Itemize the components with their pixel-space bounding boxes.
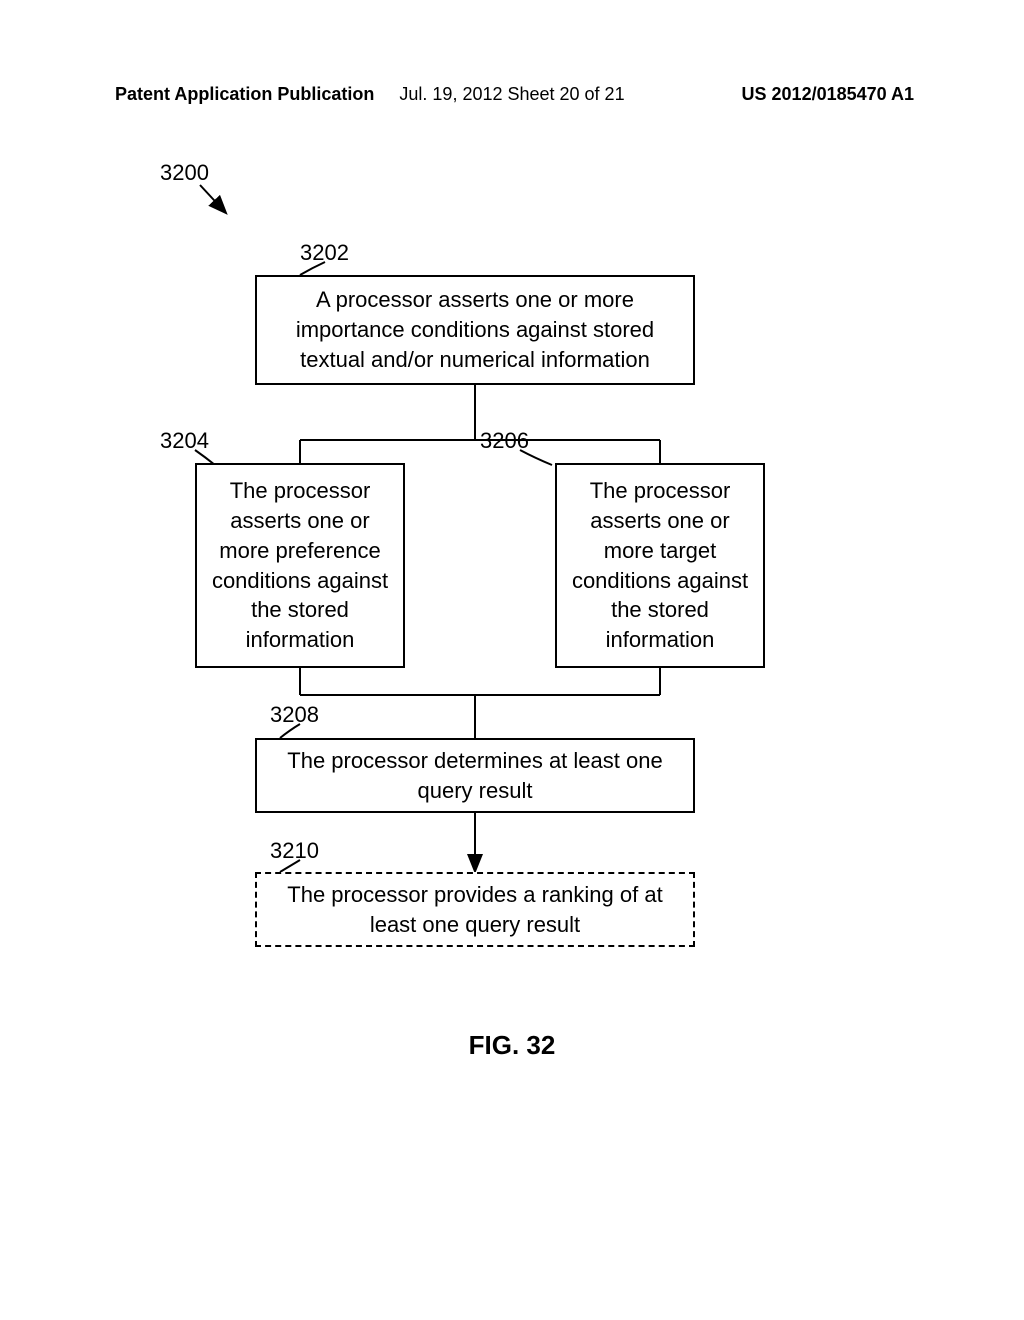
header-date-sheet: Jul. 19, 2012 Sheet 20 of 21	[399, 84, 624, 105]
page-header: Patent Application Publication Jul. 19, …	[0, 84, 1024, 105]
flowchart-step-3204: The processor asserts one or more prefer…	[195, 463, 405, 668]
step-text: The processor asserts one or more prefer…	[211, 476, 389, 654]
step-text: The processor asserts one or more target…	[571, 476, 749, 654]
header-publication-label: Patent Application Publication	[115, 84, 374, 105]
flowchart-step-3208: The processor determines at least one qu…	[255, 738, 695, 813]
reference-numeral-3202: 3202	[300, 240, 349, 266]
header-pub-number: US 2012/0185470 A1	[742, 84, 914, 105]
flowchart-step-3202: A processor asserts one or more importan…	[255, 275, 695, 385]
reference-numeral-3210: 3210	[270, 838, 319, 864]
figure-label: FIG. 32	[0, 1030, 1024, 1061]
flowchart-step-3206: The processor asserts one or more target…	[555, 463, 765, 668]
reference-numeral-3206: 3206	[480, 428, 529, 454]
flowchart-step-3210-optional: The processor provides a ranking of at l…	[255, 872, 695, 947]
flowchart-diagram: 3200 3202 3204 3206 3208 3210 A processo…	[0, 140, 1024, 1140]
step-text: The processor determines at least one qu…	[271, 746, 679, 805]
reference-numeral-3204: 3204	[160, 428, 209, 454]
reference-numeral-3200: 3200	[160, 160, 209, 186]
step-text: A processor asserts one or more importan…	[271, 285, 679, 374]
step-text: The processor provides a ranking of at l…	[271, 880, 679, 939]
reference-numeral-3208: 3208	[270, 702, 319, 728]
